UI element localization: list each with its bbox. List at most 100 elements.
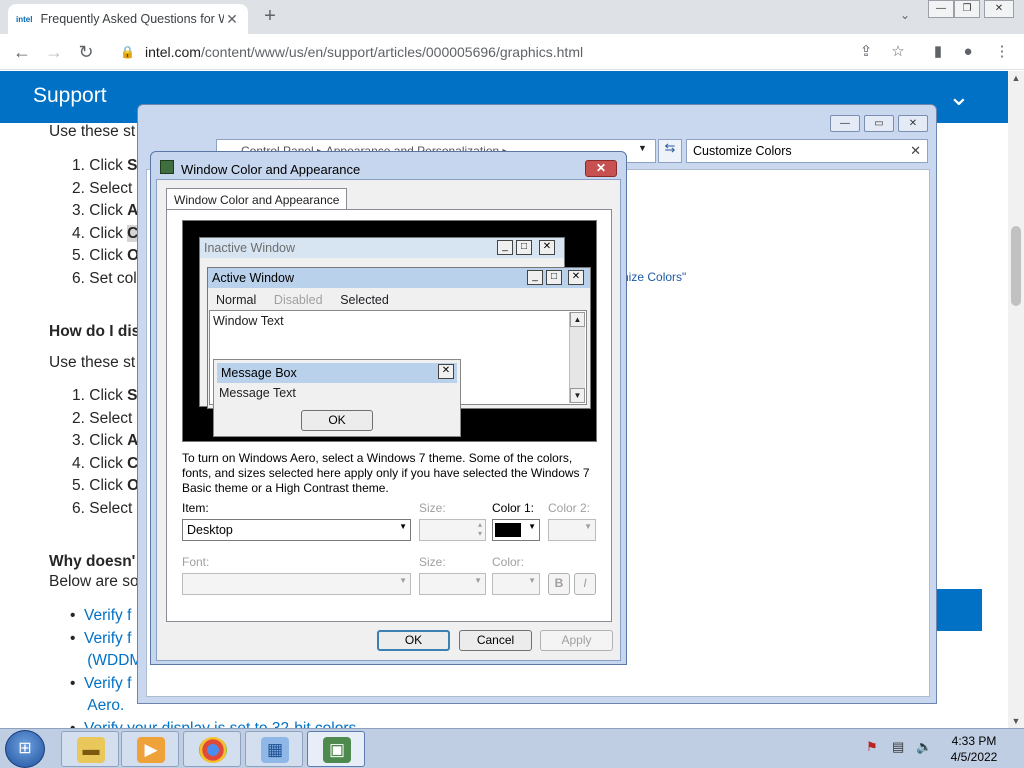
appearance-preview[interactable]: Inactive Window _ □ ✕ Active Window _ □ … [182,220,597,442]
steps-list-2: 1. Click S 2. Select 3. Click A 4. Click… [72,385,139,521]
browser-tab[interactable]: intel Frequently Asked Questions for W ✕ [8,4,248,34]
clock-date: 4/5/2022 [950,750,998,764]
feedback-button[interactable] [936,589,982,631]
system-clock[interactable]: 4:33 PM 4/5/2022 [946,733,1002,765]
lock-icon: 🔒 [120,45,135,59]
address-dropdown-icon[interactable]: ▼ [638,143,647,153]
page-scrollbar[interactable]: ▲ ▼ [1008,71,1024,728]
ok-button[interactable]: OK [377,630,450,651]
folder-icon: ▬ [77,737,105,763]
spinner-up-icon: ▴ [477,520,482,529]
preview-ok-button: OK [301,410,373,431]
taskbar-control-panel[interactable]: ▦ [245,731,303,767]
intro-text-1: Use these st [49,123,136,140]
scroll-down-icon[interactable]: ▼ [1008,716,1024,726]
font-color-picker: ▼ [492,573,540,595]
url-host: intel.com [144,44,201,60]
heading-disable: How do I dis [49,323,141,340]
cp-minimize-button[interactable]: — [830,115,860,132]
list-item: 6. Select [72,499,133,517]
list-item: 4. Click C [72,454,139,472]
control-panel-icon: ▦ [261,737,289,763]
scroll-up-icon: ▲ [570,312,585,327]
menu-kebab-icon[interactable]: ⋮ [992,42,1012,62]
tab-panel: Inactive Window _ □ ✕ Active Window _ □ … [166,209,612,622]
start-button-windows-icon[interactable]: ⊞ [5,730,45,768]
clock-time: 4:33 PM [951,734,997,748]
dropdown-arrow-icon: ▼ [528,576,536,585]
address-bar[interactable]: 🔒 intel.com/content/www/us/en/support/ar… [108,38,922,66]
color2-picker: ▼ [548,519,596,541]
maximize-icon: □ [546,270,562,285]
cancel-button[interactable]: Cancel [459,630,532,651]
close-icon: ✕ [438,364,454,379]
list-item: 6. Set col [72,269,137,287]
bookmark-star-icon[interactable]: ☆ [888,42,908,62]
cp-search-input[interactable]: Customize Colors ✕ [686,139,928,163]
message-box-preview: Message Box ✕ Message Text OK [213,359,461,437]
list-item: 5. Click O [72,477,140,495]
new-tab-button[interactable]: + [258,5,282,29]
list-item: 3. Click A [72,202,139,220]
heading-why: Why doesn' [49,553,136,570]
chrome-icon [199,737,227,763]
media-player-icon: ▶ [137,737,165,763]
tab-window-color[interactable]: Window Color and Appearance [166,188,348,210]
tab-strip: intel Frequently Asked Questions for W ✕… [0,0,1024,34]
forward-arrow-icon[interactable]: → [42,40,66,64]
bold-toggle: B [548,573,570,595]
cp-close-button[interactable]: ✕ [898,115,928,132]
color1-label: Color 1: [492,501,535,515]
close-icon: ✕ [539,240,555,255]
scroll-thumb[interactable] [1011,226,1021,306]
share-icon[interactable]: ⇪ [856,42,876,62]
profile-avatar-icon[interactable]: ● [958,42,978,62]
tab-search-chevron-icon[interactable]: ⌄ [896,8,914,26]
browser-toolbar: ← → ↻ 🔒 intel.com/content/www/us/en/supp… [0,34,1024,70]
restore-button[interactable]: ❐ [954,0,980,18]
message-box-caption: Message Box [217,363,457,383]
cp-maximize-button[interactable]: ▭ [864,115,894,132]
tab-close-icon[interactable]: ✕ [224,11,240,28]
action-center-icon[interactable]: ⚑ [866,739,878,755]
dropdown-arrow-icon: ▼ [399,522,407,531]
close-window-button[interactable]: ✕ [984,0,1014,18]
taskbar-display-settings[interactable]: ▣ [307,731,365,767]
minimize-button[interactable]: — [928,0,954,18]
font-dropdown: ▼ [182,573,411,595]
list-item: 4. Click C [72,224,139,242]
taskbar-media-player[interactable]: ▶ [121,731,179,767]
reload-icon[interactable]: ↻ [74,40,98,64]
back-arrow-icon[interactable]: ← [10,40,34,64]
refresh-icon[interactable]: ⇆ [658,139,682,163]
intel-favicon-icon: intel [16,14,33,24]
network-icon[interactable]: ▤ [892,739,904,755]
dialog-close-button[interactable]: ✕ [585,160,617,177]
list-item: 5. Click O [72,247,140,265]
support-title: Support [33,84,107,107]
window-text: Window Text [213,314,284,328]
aero-description: To turn on Windows Aero, select a Window… [182,451,590,495]
preview-menu-bar: Normal Disabled Selected [216,292,403,307]
menu-selected: Selected [340,293,389,307]
customize-colors-link[interactable]: nize Colors" [622,270,686,284]
maximize-icon: □ [516,240,532,255]
volume-icon[interactable]: 🔈 [916,739,932,755]
scroll-up-icon[interactable]: ▲ [1008,73,1024,83]
list-item: 1. Click S [72,157,138,174]
taskbar-chrome[interactable] [183,731,241,767]
side-panel-icon[interactable]: ▮ [928,42,948,62]
spinner-down-icon: ▾ [477,529,482,538]
color1-picker[interactable]: ▼ [492,519,540,541]
taskbar-explorer[interactable]: ▬ [61,731,119,767]
close-icon: ✕ [568,270,584,285]
item-dropdown[interactable]: Desktop ▼ [182,519,411,541]
clear-search-icon[interactable]: ✕ [910,143,921,159]
dialog-body: Window Color and Appearance Inactive Win… [156,179,621,661]
window-color-dialog: Window Color and Appearance ✕ Window Col… [150,151,627,665]
font-size-label: Size: [419,555,446,569]
item-size-spinner: ▴ ▾ [419,519,486,541]
list-item[interactable]: • Verify your display is set to 32-bit c… [70,718,361,728]
display-settings-icon: ▣ [323,737,351,763]
chevron-down-icon[interactable]: ⌄ [948,81,970,112]
